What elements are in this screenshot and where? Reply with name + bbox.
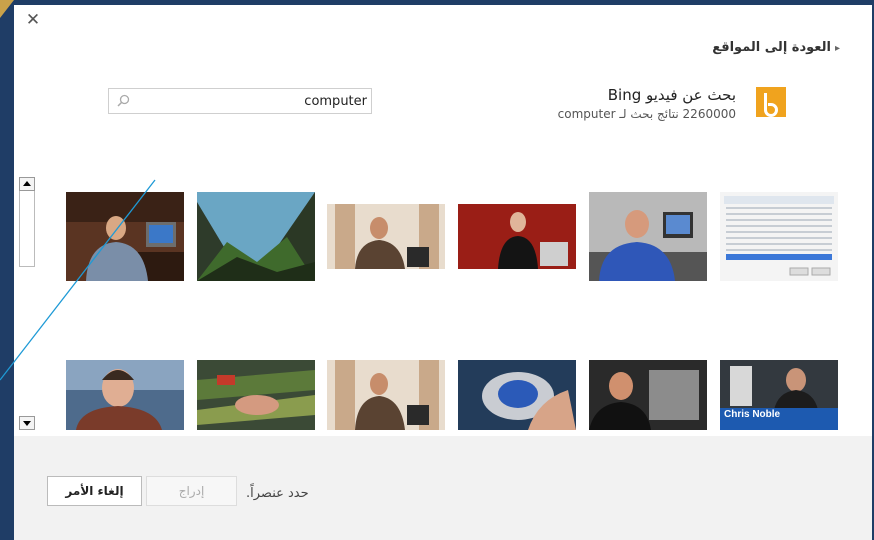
video-thumbnail[interactable]: [720, 192, 838, 281]
video-thumbnail[interactable]: [327, 192, 445, 281]
back-to-sites-link[interactable]: ▸العودة إلى المواقع: [712, 40, 840, 55]
cancel-button[interactable]: إلغاء الأمر: [47, 476, 142, 506]
video-thumbnail[interactable]: [197, 360, 315, 430]
video-thumbnail[interactable]: [589, 360, 707, 430]
search-input[interactable]: [147, 91, 367, 111]
video-thumbnail[interactable]: [458, 360, 576, 430]
bing-logo-icon: [756, 87, 786, 117]
scroll-up-arrow-icon[interactable]: [19, 177, 35, 191]
status-text: حدد عنصراً.: [246, 486, 309, 501]
video-thumbnail[interactable]: [66, 360, 184, 430]
close-icon[interactable]: ✕: [24, 11, 42, 29]
video-thumbnail[interactable]: [197, 192, 315, 281]
video-thumbnail[interactable]: [458, 192, 576, 281]
video-thumbnail[interactable]: [327, 360, 445, 430]
back-link-label: العودة إلى المواقع: [712, 40, 831, 55]
provider-title: بحث عن فيديو Bing: [607, 86, 736, 104]
results-count: 2260000 نتائج بحث لـ computer: [557, 107, 736, 121]
video-search-dialog: ✕ ▸العودة إلى المواقع بحث عن فيديو Bing …: [14, 5, 872, 540]
chevron-right-icon: ▸: [834, 43, 840, 54]
insert-button[interactable]: إدراج: [146, 476, 237, 506]
search-box[interactable]: [108, 88, 372, 114]
video-thumbnail[interactable]: [66, 192, 184, 281]
video-thumbnail[interactable]: Chris Noble: [720, 360, 838, 430]
search-icon[interactable]: [117, 94, 130, 107]
thumbnail-caption: Chris Noble: [724, 409, 781, 420]
video-thumbnail[interactable]: [589, 192, 707, 281]
scrollbar-thumb[interactable]: [19, 191, 35, 267]
scroll-down-arrow-icon[interactable]: [19, 416, 35, 430]
dialog-footer: إلغاء الأمر إدراج حدد عنصراً.: [14, 436, 872, 540]
